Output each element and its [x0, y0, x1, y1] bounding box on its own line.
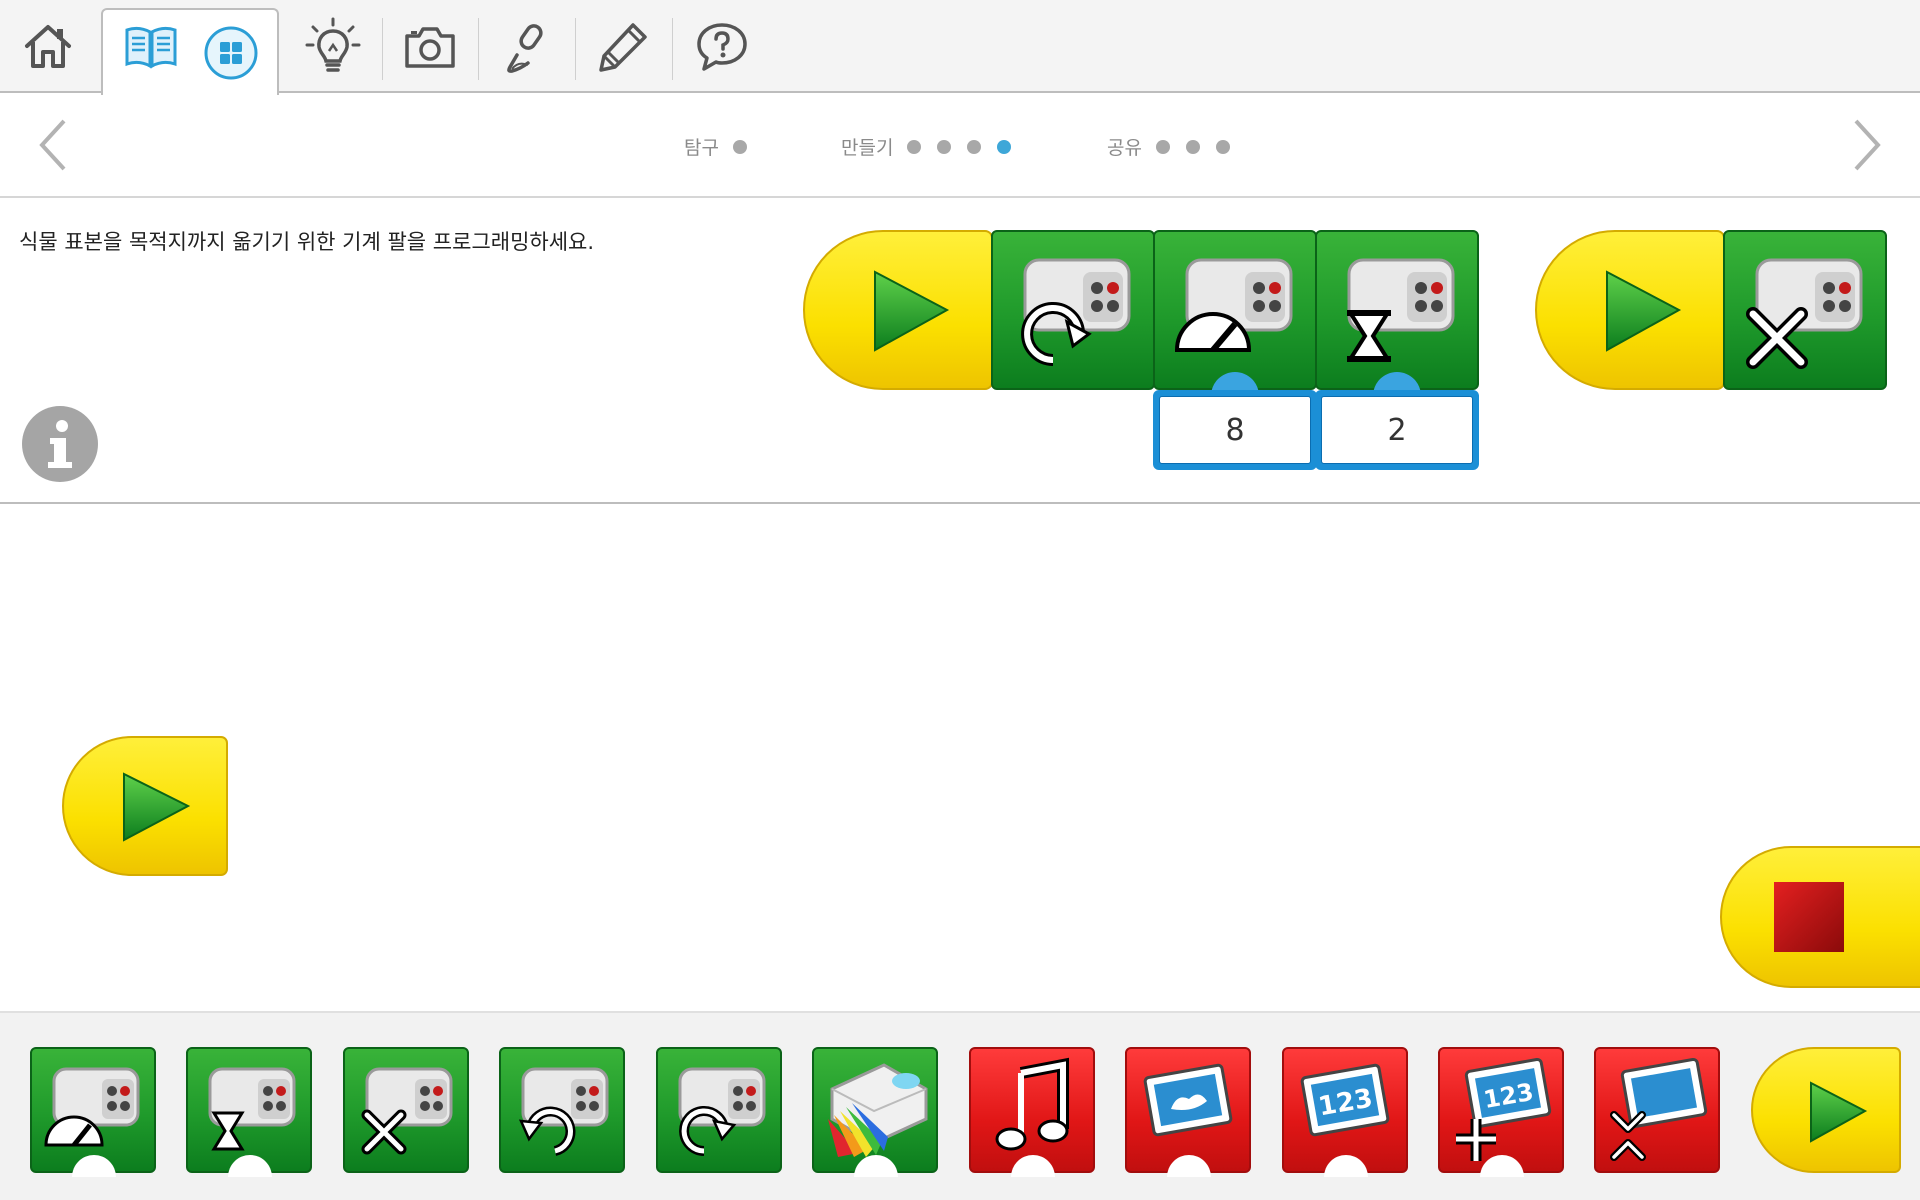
motor-wait-icon — [208, 1067, 296, 1151]
toolbar-divider — [672, 18, 673, 80]
step-dot[interactable] — [937, 139, 952, 154]
play-icon — [123, 772, 191, 842]
step-dot[interactable] — [732, 139, 747, 154]
programming-canvas[interactable] — [0, 506, 1920, 1011]
previous-page-button[interactable] — [22, 115, 82, 175]
step-label-share: 공유 — [1107, 137, 1142, 159]
book-button[interactable] — [111, 12, 191, 82]
motor-wait-icon — [1347, 258, 1455, 362]
motor-power-icon — [1174, 258, 1293, 352]
instruction-panel: 식물 표본을 목적지까지 옮기기 위한 기계 팔을 프로그래밍하세요. 8 2 — [0, 198, 1920, 504]
palette-motor-clockwise-block[interactable] — [656, 1047, 782, 1173]
toolbar-divider — [478, 18, 479, 80]
motor-counterclockwise-icon — [518, 1067, 609, 1156]
home-icon — [25, 25, 71, 68]
grid-button[interactable] — [191, 18, 271, 88]
motor-stop-icon — [1746, 258, 1863, 369]
book-icon — [125, 26, 177, 69]
example-start-block — [803, 230, 993, 390]
palette-hub-light-block[interactable] — [812, 1047, 938, 1177]
palette-motor-wait-block[interactable] — [186, 1047, 312, 1177]
motor-clockwise-icon — [678, 1067, 766, 1156]
step-dot[interactable] — [1215, 139, 1230, 154]
step-navigation: 탐구 만들기 공유 — [0, 95, 1920, 198]
palette-motor-stop-block[interactable] — [343, 1047, 469, 1173]
palette-motor-counterclockwise-block[interactable] — [499, 1047, 625, 1173]
top-toolbar — [0, 0, 1920, 95]
info-button[interactable] — [22, 406, 98, 482]
help-button[interactable] — [682, 12, 762, 82]
chevron-left-icon — [39, 119, 66, 171]
step-label-build: 만들기 — [841, 137, 894, 159]
display-add-number-icon: 123 — [1456, 1057, 1552, 1161]
grid-icon — [204, 26, 258, 80]
example-motor-power-block — [1153, 230, 1317, 390]
play-icon — [1606, 270, 1682, 352]
toolbar-divider — [575, 18, 576, 80]
idea-button[interactable] — [293, 12, 373, 82]
speed-input[interactable]: 8 — [1153, 390, 1317, 470]
start-block-icon — [1810, 1081, 1868, 1143]
example-motor-stop-block — [1723, 230, 1887, 390]
palette-display-shrink-block[interactable] — [1594, 1047, 1720, 1173]
microphone-pen-icon — [507, 24, 543, 73]
lightbulb-icon — [305, 17, 361, 72]
speed-value[interactable]: 8 — [1159, 396, 1311, 464]
stop-icon — [1774, 882, 1844, 952]
palette-display-add-number-block[interactable]: 123 — [1438, 1047, 1564, 1177]
step-dot-active[interactable] — [997, 139, 1012, 154]
camera-button[interactable] — [390, 12, 470, 82]
step-dot[interactable] — [1185, 139, 1200, 154]
motor-stop-icon — [361, 1067, 453, 1155]
wait-input[interactable]: 2 — [1315, 390, 1479, 470]
motor-power-icon — [44, 1067, 140, 1147]
palette-display-number-block[interactable]: 123 — [1282, 1047, 1408, 1177]
palette-motor-power-block[interactable] — [30, 1047, 156, 1177]
palette-sound-block[interactable] — [969, 1047, 1095, 1177]
step-group-share[interactable]: 공유 — [1107, 133, 1246, 160]
example-motor-wait-block — [1315, 230, 1479, 390]
display-number-icon: 123 — [1300, 1063, 1390, 1137]
sound-icon — [995, 1057, 1069, 1151]
step-label-explore: 탐구 — [684, 137, 719, 159]
display-shrink-icon — [1610, 1057, 1708, 1161]
example-start-block — [1535, 230, 1725, 390]
block-palette: 123 123 — [0, 1011, 1920, 1200]
camera-icon — [405, 27, 455, 68]
step-dot[interactable] — [907, 139, 922, 154]
project-tab-group — [101, 8, 279, 95]
canvas-start-block[interactable] — [62, 736, 228, 876]
palette-start-block[interactable] — [1751, 1047, 1901, 1173]
palette-display-image-block[interactable] — [1125, 1047, 1251, 1177]
stop-all-button[interactable] — [1720, 846, 1920, 988]
app-root: 탐구 만들기 공유 식물 표본을 목적지까지 옮기기 위한 기계 팔을 프로그래… — [0, 0, 1920, 1200]
document-button[interactable] — [583, 12, 663, 82]
step-dot[interactable] — [967, 139, 982, 154]
display-image-icon — [1143, 1063, 1233, 1137]
play-icon — [874, 270, 950, 352]
home-button[interactable] — [8, 12, 88, 82]
record-button[interactable] — [486, 12, 566, 82]
hub-light-icon — [828, 1063, 928, 1157]
help-icon — [697, 23, 747, 71]
motor-clockwise-icon — [1021, 258, 1131, 366]
chevron-right-icon — [1854, 119, 1881, 171]
instruction-text: 식물 표본을 목적지까지 옮기기 위한 기계 팔을 프로그래밍하세요. — [19, 230, 595, 254]
step-dot[interactable] — [1155, 139, 1170, 154]
example-motor-clockwise-block — [991, 230, 1155, 390]
wait-value[interactable]: 2 — [1321, 396, 1473, 464]
step-group-build[interactable]: 만들기 — [841, 133, 1027, 160]
next-page-button[interactable] — [1838, 115, 1898, 175]
info-icon — [48, 420, 72, 468]
pencil-icon — [599, 23, 647, 72]
toolbar-divider — [382, 18, 383, 80]
step-group-explore[interactable]: 탐구 — [684, 133, 763, 160]
